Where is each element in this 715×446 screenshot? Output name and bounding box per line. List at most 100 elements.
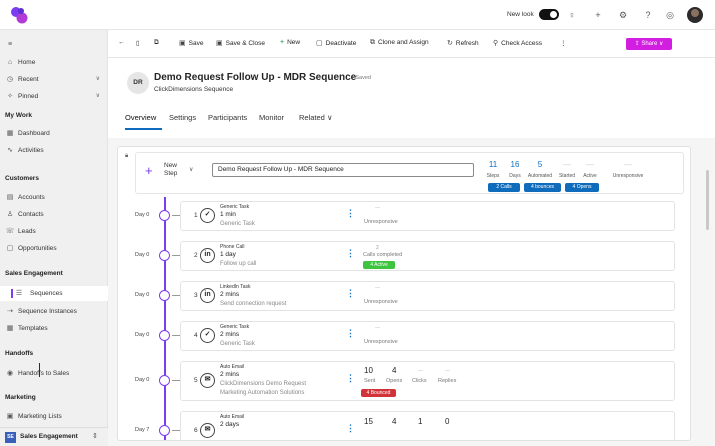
timeline-node[interactable] bbox=[159, 290, 170, 301]
sidebar-item-marketing-lists[interactable]: ▣ Marketing Lists bbox=[0, 409, 108, 424]
sequence-step[interactable]: Day 0 4 ✓ Generic Task 2 mins Generic Ta… bbox=[118, 319, 690, 353]
timeline-node[interactable] bbox=[159, 210, 170, 221]
help-icon[interactable]: ? bbox=[641, 8, 655, 22]
step-more-button[interactable]: ⋮ bbox=[346, 289, 355, 298]
plus-icon[interactable]: + bbox=[591, 8, 605, 22]
timeline-node[interactable] bbox=[159, 330, 170, 341]
deactivate-button[interactable]: ▢ Deactivate bbox=[316, 39, 356, 47]
timeline-connector bbox=[172, 215, 180, 216]
page-scrollbar[interactable] bbox=[706, 170, 709, 230]
new-look-toggle[interactable] bbox=[539, 9, 559, 20]
lightbulb-icon[interactable]: ♀ bbox=[565, 8, 579, 22]
stat-label: Days bbox=[509, 173, 521, 179]
new-button[interactable]: + New bbox=[280, 39, 300, 46]
save-close-button[interactable]: ▣ Save & Close bbox=[216, 39, 265, 47]
tab-settings[interactable]: Settings bbox=[169, 113, 196, 122]
deactivate-icon: ▢ bbox=[316, 40, 323, 47]
back-button[interactable]: ← bbox=[118, 39, 125, 46]
tab-overview[interactable]: Overview bbox=[125, 113, 156, 122]
hamburger-menu-button[interactable]: ≡ bbox=[0, 37, 108, 52]
active-badge[interactable]: 4 Active bbox=[363, 261, 395, 269]
stat-value: 5 bbox=[537, 160, 543, 169]
sidebar-item-leads[interactable]: ☏ Leads bbox=[0, 224, 108, 239]
save-close-label: Save & Close bbox=[225, 40, 266, 47]
sequence-step[interactable]: Day 0 3 in LinkedIn Task 2 mins Send con… bbox=[118, 279, 690, 313]
sidebar-item-activities[interactable]: ∿ Activities bbox=[0, 143, 108, 158]
sidebar-item-accounts[interactable]: ▤ Accounts bbox=[0, 190, 108, 205]
plus-icon[interactable]: + bbox=[145, 163, 153, 178]
sidebar-item-contacts[interactable]: ♙ Contacts bbox=[0, 207, 108, 222]
sidebar-heading-customers: Customers bbox=[5, 175, 39, 182]
save-button[interactable]: ▣ Save bbox=[179, 39, 203, 47]
sequence-step[interactable]: Day 0 5 ✉ Auto Email 2 mins ClickDimensi… bbox=[118, 359, 690, 403]
handoff-icon: ◉ bbox=[6, 370, 14, 377]
copilot-icon[interactable]: ◎ bbox=[663, 8, 677, 22]
sidebar-item-opportunities[interactable]: ▢ Opportunities bbox=[0, 241, 108, 256]
timeline-node[interactable] bbox=[159, 425, 170, 436]
chevron-down-icon[interactable]: ∨ bbox=[189, 166, 193, 173]
stat-label: Automated bbox=[527, 173, 553, 179]
user-avatar[interactable] bbox=[687, 7, 703, 23]
gear-icon[interactable]: ⚙ bbox=[616, 8, 630, 22]
stat-label: Unresponsive bbox=[612, 173, 644, 179]
step-more-button[interactable]: ⋮ bbox=[346, 329, 355, 338]
bounced-badge[interactable]: 4 Bounced bbox=[361, 389, 396, 397]
step-card[interactable] bbox=[180, 411, 675, 440]
tab-related-label: Related bbox=[299, 113, 325, 122]
clone-assign-button[interactable]: ⧉ Clone and Assign bbox=[370, 39, 429, 47]
sidebar-heading-sales-engagement: Sales Engagement bbox=[5, 270, 63, 277]
plus-icon: + bbox=[280, 39, 285, 46]
sequence-name-field[interactable]: Demo Request Follow Up - MDR Sequence bbox=[212, 163, 474, 177]
sidebar-item-recent[interactable]: ◷ Recent ∨ bbox=[0, 72, 108, 87]
bounces-pill[interactable]: 4 bounces bbox=[524, 183, 561, 192]
sequence-step[interactable]: Day 7 6 ✉ Auto Email 2 days ⋮ 15 4 1 0 bbox=[118, 409, 690, 440]
refresh-button[interactable]: ↻ Refresh bbox=[447, 39, 479, 47]
check-access-button[interactable]: ⚲ Check Access bbox=[493, 39, 542, 47]
sidebar-item-home[interactable]: ⌂ Home bbox=[0, 55, 108, 70]
timeline-connector bbox=[172, 295, 180, 296]
check-access-icon: ⚲ bbox=[493, 40, 499, 47]
app-logo-icon[interactable] bbox=[10, 6, 28, 24]
check-access-label: Check Access bbox=[501, 40, 542, 47]
hamburger-icon: ≡ bbox=[7, 41, 13, 48]
step-more-button[interactable]: ⋮ bbox=[346, 209, 355, 218]
sidebar-item-label: Pinned bbox=[18, 93, 39, 100]
more-commands-button[interactable]: ⋮ bbox=[560, 39, 567, 47]
step-type: LinkedIn Task bbox=[220, 284, 251, 290]
sidebar-item-handoffs-to-sales[interactable]: ◉ Handoffs to Sales bbox=[0, 366, 108, 381]
sidebar-item-sequences[interactable]: ☰ Sequences bbox=[0, 286, 108, 301]
open-new-window-icon[interactable]: ⧉ bbox=[154, 39, 159, 47]
timeline-node[interactable] bbox=[159, 250, 170, 261]
tab-participants[interactable]: Participants bbox=[208, 113, 247, 122]
tab-related[interactable]: Related ∨ bbox=[299, 113, 332, 122]
calls-pill[interactable]: 2 Calls bbox=[488, 183, 520, 192]
sidebar-item-label: Leads bbox=[18, 228, 36, 235]
sidebar-item-templates[interactable]: ▦ Templates bbox=[0, 321, 108, 336]
share-button[interactable]: ⇪ Share ∨ bbox=[626, 38, 672, 50]
step-more-button[interactable]: ⋮ bbox=[346, 249, 355, 258]
area-switcher[interactable]: SE Sales Engagement ⇕ bbox=[0, 427, 108, 446]
stat-days: 16 Days bbox=[502, 160, 528, 179]
sidebar-item-label: Opportunities bbox=[18, 245, 57, 252]
metric-placeholder: — bbox=[375, 205, 380, 211]
step-more-button[interactable]: ⋮ bbox=[346, 374, 355, 383]
sidebar-item-dashboard[interactable]: ▦ Dashboard bbox=[0, 126, 108, 141]
sequence-step[interactable]: Day 0 1 ✓ Generic Task 1 min Generic Tas… bbox=[118, 199, 690, 233]
new-step-button[interactable]: New Step bbox=[164, 162, 182, 178]
opens-pill[interactable]: 4 Opens bbox=[565, 183, 599, 192]
refresh-icon: ↻ bbox=[447, 40, 453, 47]
email-icon: ✉ bbox=[200, 373, 215, 388]
sidebar-item-pinned[interactable]: ✧ Pinned ∨ bbox=[0, 89, 108, 104]
record-view-icon[interactable]: ▯ bbox=[136, 39, 140, 47]
step-more-button[interactable]: ⋮ bbox=[346, 424, 355, 433]
deactivate-label: Deactivate bbox=[325, 40, 357, 47]
sidebar-item-sequence-instances[interactable]: ⇢ Sequence Instances bbox=[0, 304, 108, 319]
step-number: 1 bbox=[194, 212, 198, 219]
timeline-node[interactable] bbox=[159, 375, 170, 386]
tab-monitor[interactable]: Monitor bbox=[259, 113, 284, 122]
stat-active: — Active bbox=[577, 160, 603, 179]
chevron-down-icon: ∨ bbox=[95, 76, 100, 82]
sequence-step[interactable]: Day 0 2 in Phone Call 1 day Follow up ca… bbox=[118, 239, 690, 273]
sent-count: 15 bbox=[364, 417, 373, 426]
step-day: Day 0 bbox=[135, 377, 150, 383]
